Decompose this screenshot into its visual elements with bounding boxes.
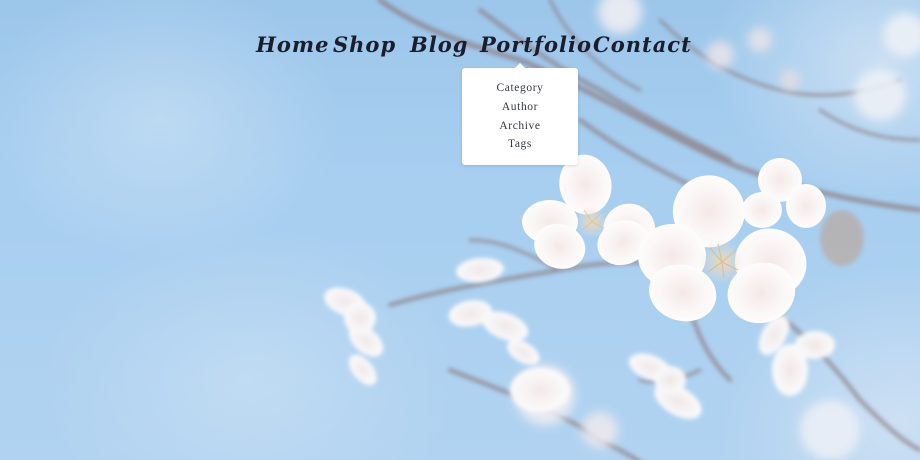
dropdown-item-tags[interactable]: Tags: [462, 138, 578, 150]
dropdown-item-category[interactable]: Category: [462, 82, 578, 94]
dropdown-item-archive[interactable]: Archive: [462, 120, 578, 132]
nav-item-shop[interactable]: Shop: [333, 32, 396, 57]
nav-item-contact[interactable]: Contact: [593, 32, 692, 57]
nav-item-home[interactable]: Home: [256, 32, 329, 57]
background-photo: [0, 0, 920, 460]
portfolio-dropdown-menu: Category Author Archive Tags: [462, 68, 578, 165]
nav-item-blog[interactable]: Blog: [410, 32, 468, 57]
main-navigation: Home Shop Blog Portfolio Contact: [0, 32, 920, 62]
cherry-blossom-image: [0, 0, 920, 460]
nav-item-portfolio[interactable]: Portfolio: [480, 32, 592, 57]
dropdown-item-author[interactable]: Author: [462, 101, 578, 113]
